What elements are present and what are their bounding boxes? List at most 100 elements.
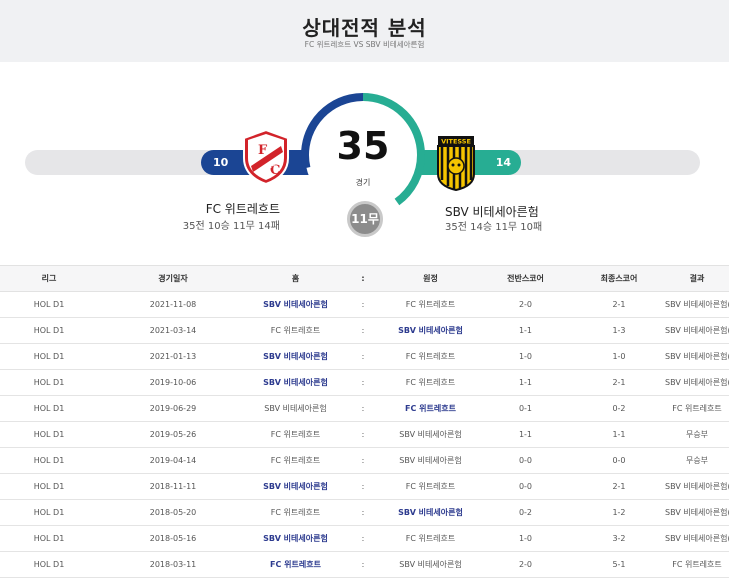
row-sep: : xyxy=(343,473,383,500)
row-result: SBV 비테세아른험(N) xyxy=(665,525,729,552)
page-title: 상대전적 분석 xyxy=(302,16,427,40)
svg-text:VITESSE: VITESSE xyxy=(441,138,471,146)
row-league: HOL D1 xyxy=(0,473,98,500)
row-league: HOL D1 xyxy=(0,447,98,474)
page-subtitle: FC 위트레흐트 VS SBV 비테세아른험 xyxy=(304,40,425,49)
col-sep: : xyxy=(343,265,383,292)
row-league: HOL D1 xyxy=(0,343,98,370)
row-date: 2018-03-11 xyxy=(98,551,248,578)
col-league: 리그 xyxy=(0,265,98,292)
table-row: HOL D1 2021-01-13 SBV 비테세아른험: FC 위트레흐트 1-0 1-… xyxy=(0,343,729,370)
row-half-score: 0-1 xyxy=(478,395,573,422)
col-home: 홈 xyxy=(248,265,343,292)
svg-text:F: F xyxy=(258,143,268,158)
row-away-team: SBV 비테세아른험 xyxy=(383,499,478,526)
row-half-score: 2-0 xyxy=(478,291,573,318)
row-sep: : xyxy=(343,369,383,396)
fc-utrecht-logo: F C UTRECHT xyxy=(243,128,289,186)
row-final-score: 1-2 xyxy=(573,499,665,526)
row-home-team: FC 위트레흐트 xyxy=(248,421,343,448)
row-league: HOL D1 xyxy=(0,369,98,396)
col-result: 결과 xyxy=(665,265,729,292)
row-result: FC 위트레흐트 xyxy=(665,395,729,422)
row-home-team: SBV 비테세아른험 xyxy=(248,525,343,552)
row-result: SBV 비테세아른험(N) xyxy=(665,473,729,500)
row-league: HOL D1 xyxy=(0,551,98,578)
home-team-name: FC 위트레흐트 xyxy=(205,202,280,216)
row-final-score: 1-1 xyxy=(573,421,665,448)
row-sep: : xyxy=(343,551,383,578)
row-date: 2018-05-20 xyxy=(98,499,248,526)
row-final-score: 2-1 xyxy=(573,369,665,396)
row-final-score: 3-2 xyxy=(573,525,665,552)
row-home-team: FC 위트레흐트 xyxy=(248,499,343,526)
head-to-head-summary: 10 14 35 경기 11무 F C UTRECHT VITESSE FC 위… xyxy=(0,62,729,265)
table-row: HOL D1 2021-03-14 FC 위트레흐트: SBV 비테세아른험 1-1 1-… xyxy=(0,317,729,344)
row-result: SBV 비테세아른험(N) xyxy=(665,343,729,370)
row-sep: : xyxy=(343,525,383,552)
row-date: 2018-11-11 xyxy=(98,473,248,500)
row-result: 무승부 xyxy=(665,447,729,474)
row-away-team: SBV 비테세아른험 xyxy=(383,317,478,344)
total-matches: 35 xyxy=(336,124,390,168)
row-away-team: FC 위트레흐트 xyxy=(383,525,478,552)
row-away-team: SBV 비테세아른험 xyxy=(383,421,478,448)
table-row: HOL D1 2018-03-11 FC 위트레흐트: SBV 비테세아른험 2-0 5-… xyxy=(0,551,729,578)
row-date: 2019-05-26 xyxy=(98,421,248,448)
table-row: HOL D1 2019-05-26 FC 위트레흐트: SBV 비테세아른험 1-1 1-… xyxy=(0,421,729,448)
row-half-score: 2-0 xyxy=(478,551,573,578)
row-date: 2018-05-16 xyxy=(98,525,248,552)
row-result: FC 위트레흐트 xyxy=(665,551,729,578)
draws-badge: 11무 xyxy=(347,201,383,237)
row-result: 무승부 xyxy=(665,421,729,448)
table-row: HOL D1 2018-05-16 SBV 비테세아른험: FC 위트레흐트 1-0 3-… xyxy=(0,525,729,552)
vitesse-logo: VITESSE xyxy=(437,136,475,192)
row-half-score: 1-0 xyxy=(478,343,573,370)
row-away-team: FC 위트레흐트 xyxy=(383,343,478,370)
row-away-team: FC 위트레흐트 xyxy=(383,369,478,396)
row-result: SBV 비테세아른험(N) xyxy=(665,499,729,526)
row-sep: : xyxy=(343,499,383,526)
row-home-team: SBV 비테세아른험 xyxy=(248,369,343,396)
row-half-score: 0-0 xyxy=(478,473,573,500)
row-final-score: 2-1 xyxy=(573,291,665,318)
row-final-score: 5-1 xyxy=(573,551,665,578)
col-half-score: 전반스코어 xyxy=(478,265,573,292)
table-row: HOL D1 2019-04-14 FC 위트레흐트: SBV 비테세아른험 0-0 0-… xyxy=(0,447,729,474)
row-away-team: SBV 비테세아른험 xyxy=(383,551,478,578)
row-away-team: SBV 비테세아른험 xyxy=(383,447,478,474)
table-row: HOL D1 2021-11-08 SBV 비테세아른험: FC 위트레흐트 2-0 2-… xyxy=(0,291,729,318)
row-result: SBV 비테세아른험(N) xyxy=(665,317,729,344)
total-matches-label: 경기 xyxy=(355,178,371,187)
row-away-team: FC 위트레흐트 xyxy=(383,291,478,318)
row-half-score: 1-1 xyxy=(478,421,573,448)
row-sep: : xyxy=(343,395,383,422)
row-final-score: 0-0 xyxy=(573,447,665,474)
row-home-team: SBV 비테세아른험 xyxy=(248,343,343,370)
col-away: 원정 xyxy=(383,265,478,292)
row-home-team: SBV 비테세아른험 xyxy=(248,291,343,318)
row-half-score: 0-0 xyxy=(478,447,573,474)
col-date: 경기일자 xyxy=(98,265,248,292)
row-date: 2019-10-06 xyxy=(98,369,248,396)
row-half-score: 1-1 xyxy=(478,369,573,396)
row-sep: : xyxy=(343,343,383,370)
row-result: SBV 비테세아른험(N) xyxy=(665,291,729,318)
table-row: HOL D1 2018-11-11 SBV 비테세아른험: FC 위트레흐트 0-0 2-… xyxy=(0,473,729,500)
away-team-record: 35전 14승 11무 10패 xyxy=(445,222,543,233)
row-date: 2021-11-08 xyxy=(98,291,248,318)
row-home-team: FC 위트레흐트 xyxy=(248,447,343,474)
row-league: HOL D1 xyxy=(0,525,98,552)
table-row: HOL D1 2018-05-20 FC 위트레흐트: SBV 비테세아른험 0-2 1-… xyxy=(0,499,729,526)
row-away-team: FC 위트레흐트 xyxy=(383,473,478,500)
home-team-record: 35전 10승 11무 14패 xyxy=(182,221,280,232)
page-header: 상대전적 분석 FC 위트레흐트 VS SBV 비테세아른험 xyxy=(0,0,729,62)
row-home-team: SBV 비테세아른험 xyxy=(248,395,343,422)
row-league: HOL D1 xyxy=(0,395,98,422)
row-league: HOL D1 xyxy=(0,421,98,448)
col-final-score: 최종스코어 xyxy=(573,265,665,292)
row-final-score: 1-0 xyxy=(573,343,665,370)
table-header-row: 리그 경기일자 홈 : 원정 전반스코어 최종스코어 결과 xyxy=(0,265,729,292)
row-league: HOL D1 xyxy=(0,317,98,344)
row-away-team: FC 위트레흐트 xyxy=(383,395,478,422)
